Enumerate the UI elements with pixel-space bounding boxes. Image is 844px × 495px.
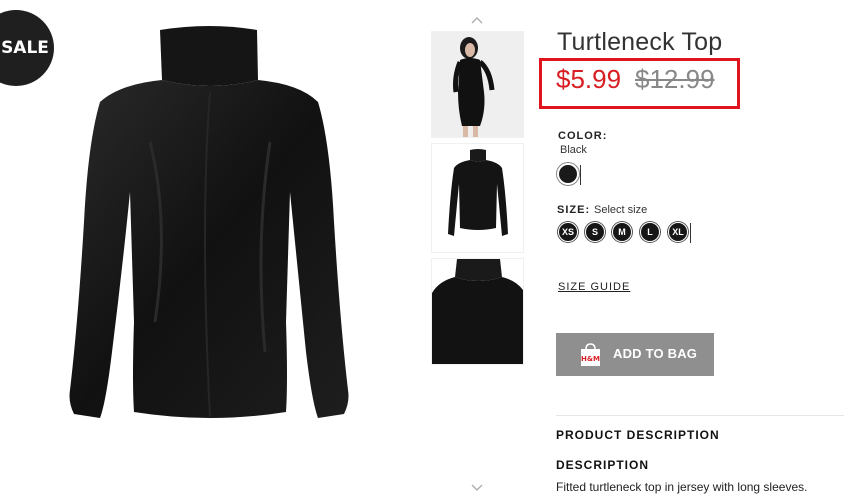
size-option-m[interactable]: M — [612, 222, 632, 242]
divider — [690, 223, 691, 243]
description-heading: DESCRIPTION — [556, 458, 650, 472]
sale-badge: SALE — [0, 10, 54, 86]
selected-color: Black — [560, 144, 587, 156]
sale-badge-label: SALE — [1, 38, 49, 58]
thumbnail-front[interactable] — [431, 143, 524, 253]
main-product-image[interactable] — [60, 22, 370, 494]
size-option-l[interactable]: L — [640, 222, 660, 242]
color-swatch-black[interactable] — [557, 163, 579, 185]
size-option-s[interactable]: S — [585, 222, 605, 242]
product-title: Turtleneck Top — [557, 28, 723, 56]
svg-text:H&M: H&M — [581, 355, 600, 363]
chevron-down-icon[interactable] — [430, 484, 524, 495]
divider — [580, 165, 581, 185]
description-text: Fitted turtleneck top in jersey with lon… — [556, 480, 808, 494]
sale-price: $5.99 — [556, 64, 622, 94]
shopping-bag-icon: H&M — [578, 342, 603, 367]
thumbnail-strip — [430, 16, 524, 495]
size-prompt: Select size — [594, 204, 648, 216]
size-option-xl[interactable]: XL — [668, 222, 688, 242]
divider — [556, 415, 844, 416]
size-label: SIZE: — [557, 204, 591, 216]
size-guide-link[interactable]: SIZE GUIDE — [558, 281, 630, 293]
thumbnail-model[interactable] — [431, 31, 524, 138]
size-option-xs[interactable]: XS — [558, 222, 578, 242]
add-to-bag-button[interactable]: H&M ADD TO BAG — [556, 333, 714, 376]
original-price: $12.99 — [635, 64, 715, 94]
product-description-heading[interactable]: PRODUCT DESCRIPTION — [556, 428, 720, 442]
color-label: COLOR: — [558, 130, 608, 142]
chevron-up-icon[interactable] — [430, 16, 524, 28]
thumbnail-detail[interactable] — [431, 258, 524, 365]
add-to-bag-label: ADD TO BAG — [613, 346, 698, 361]
